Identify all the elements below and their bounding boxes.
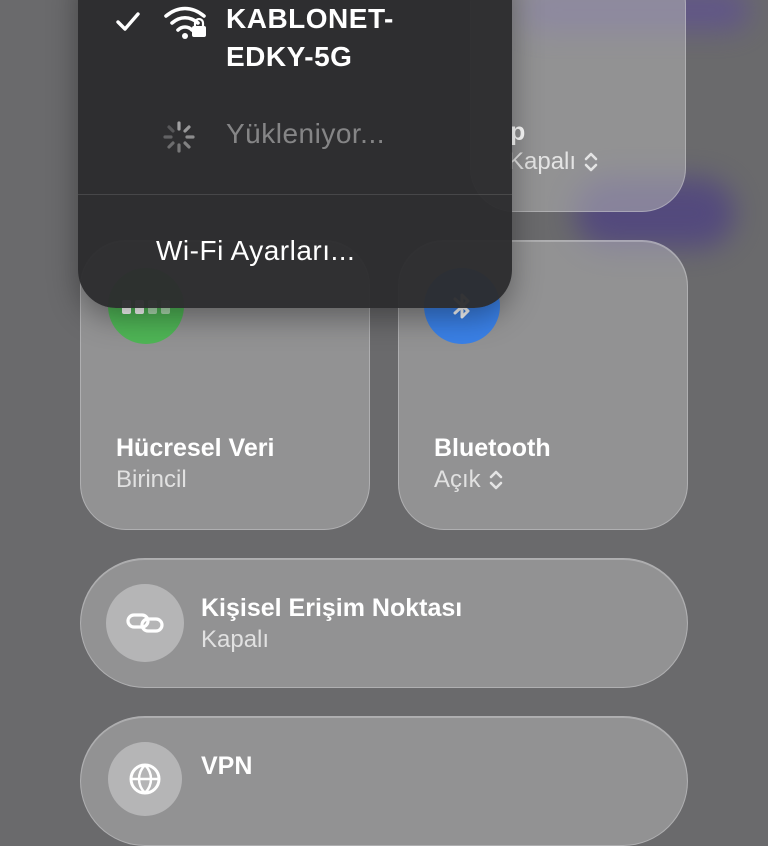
vpn-toggle[interactable] — [108, 742, 182, 816]
loading-text: Yükleniyor... — [226, 118, 386, 149]
personal-hotspot-title: Kişisel Erişim Noktası — [201, 594, 463, 622]
top-right-tile-status: Kapalı — [508, 148, 577, 175]
bluetooth-status: Açık — [434, 466, 481, 493]
bluetooth-title: Bluetooth — [434, 434, 551, 462]
chevron-updown-icon — [489, 470, 502, 490]
wifi-network-kablonet[interactable]: KABLONET- EDKY-5G — [226, 0, 394, 76]
vpn-title: VPN — [201, 752, 253, 780]
checkmark-icon — [116, 8, 140, 39]
globe-icon — [129, 763, 161, 795]
chevron-updown-icon — [584, 152, 598, 172]
top-right-tile-title: p — [510, 118, 526, 146]
wifi-lock-icon — [162, 4, 208, 45]
cellular-data-title: Hücresel Veri — [116, 434, 275, 462]
link-icon — [126, 613, 164, 633]
loading-spinner-icon — [162, 120, 196, 159]
wifi-settings-button[interactable]: Wi-Fi Ayarları... — [156, 235, 355, 267]
bluetooth-subtitle: Açık — [434, 466, 503, 494]
wifi-menu: KABLONET- EDKY-5G Yükleniyor... Wi-Fi Ay… — [78, 0, 512, 308]
top-right-tile-subtitle: Kapalı — [508, 148, 598, 176]
cellular-data-subtitle: Birincil — [116, 466, 187, 493]
menu-divider — [78, 194, 512, 195]
personal-hotspot-toggle[interactable] — [106, 584, 184, 662]
personal-hotspot-subtitle: Kapalı — [201, 626, 270, 653]
